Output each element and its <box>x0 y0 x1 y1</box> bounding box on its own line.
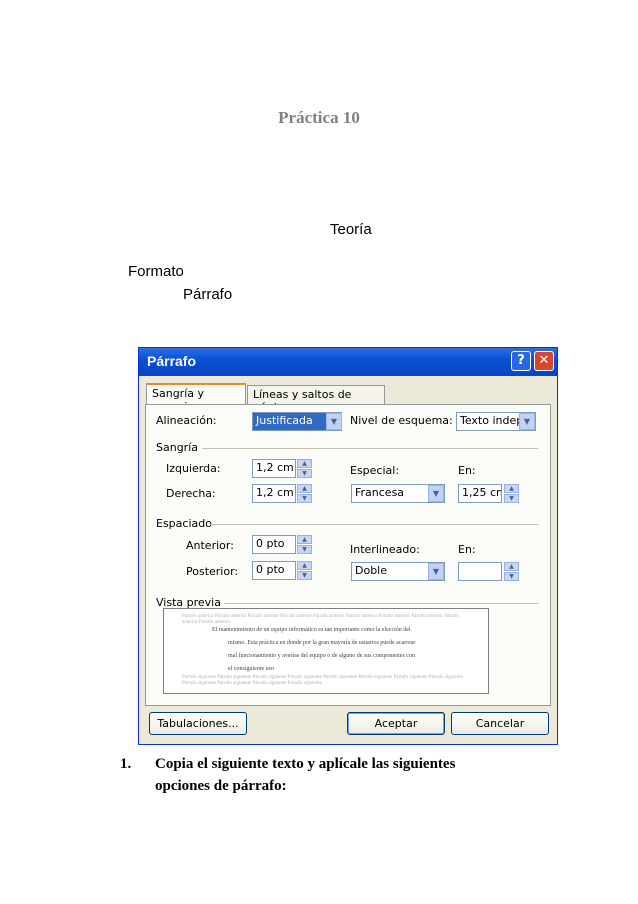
special-by-label: En: <box>458 464 476 477</box>
tabs-button[interactable]: Tabulaciones... <box>149 712 247 735</box>
spin-down-icon[interactable]: ▼ <box>297 545 312 554</box>
spin-up-icon[interactable]: ▲ <box>504 562 519 571</box>
spin-up-icon[interactable]: ▲ <box>297 561 312 570</box>
spin-down-icon[interactable]: ▼ <box>297 571 312 580</box>
instruction-line-1: Copia el siguiente texto y aplícale las … <box>155 756 456 772</box>
preview-line: El mantenimiento de un equipo informátic… <box>212 627 411 633</box>
spacing-group-label: Espaciado <box>156 517 212 530</box>
preview-line: mismo. Esta práctica en donde por la gra… <box>228 640 416 646</box>
right-indent-stepper[interactable]: ▲ ▼ <box>297 484 312 503</box>
preview-line: el consiguiente uso <box>228 666 274 672</box>
cancel-button[interactable]: Cancelar <box>451 712 549 735</box>
left-indent-stepper[interactable]: ▲ ▼ <box>297 459 312 478</box>
preview-next-paragraph: Párrafo siguiente Párrafo siguiente Párr… <box>182 675 463 686</box>
indent-group-label: Sangría <box>156 441 198 454</box>
line-spacing-at-input[interactable] <box>458 562 502 581</box>
right-indent-label: Derecha: <box>166 487 216 500</box>
instruction-line-2: opciones de párrafo: <box>155 778 287 794</box>
spin-up-icon[interactable]: ▲ <box>504 484 519 493</box>
left-indent-input[interactable]: 1,2 cm <box>252 459 296 478</box>
alignment-label: Alineación: <box>156 414 217 427</box>
section-title: Teoría <box>330 221 372 238</box>
preview-box: Párrafo anterior Párrafo anterior Párraf… <box>163 608 489 694</box>
line-spacing-at-stepper[interactable]: ▲ ▼ <box>504 562 519 581</box>
spin-up-icon[interactable]: ▲ <box>297 484 312 493</box>
after-stepper[interactable]: ▲ ▼ <box>297 561 312 580</box>
document-title: Práctica 10 <box>278 108 360 127</box>
before-stepper[interactable]: ▲ ▼ <box>297 535 312 554</box>
before-label: Anterior: <box>186 539 234 552</box>
help-button[interactable]: ? <box>511 351 531 371</box>
special-dropdown-icon[interactable]: ▼ <box>428 485 444 502</box>
special-label: Especial: <box>350 464 400 477</box>
spacing-divider <box>210 524 538 525</box>
before-input[interactable]: 0 pto <box>252 535 296 554</box>
line-spacing-label: Interlineado: <box>350 543 420 556</box>
after-input[interactable]: 0 pto <box>252 561 296 580</box>
spin-down-icon[interactable]: ▼ <box>504 494 519 503</box>
dialog-titlebar: Párrafo ? ✕ <box>139 348 557 376</box>
tab-lines-breaks[interactable]: Líneas y saltos de página <box>247 385 385 414</box>
paragraph-dialog: Párrafo ? ✕ Sangría y espacio Líneas y s… <box>138 347 558 745</box>
spin-down-icon[interactable]: ▼ <box>297 494 312 503</box>
tab-indent-spacing[interactable]: Sangría y espacio <box>146 383 246 413</box>
left-indent-label: Izquierda: <box>166 462 221 475</box>
dialog-title: Párrafo <box>147 353 197 369</box>
line-spacing-at-label: En: <box>458 543 476 556</box>
indent-divider <box>202 448 538 449</box>
preview-line: mal funcionamiento y averías del equipo … <box>228 653 415 659</box>
spin-up-icon[interactable]: ▲ <box>297 459 312 468</box>
special-by-stepper[interactable]: ▲ ▼ <box>504 484 519 503</box>
preview-previous-paragraph: Párrafo anterior Párrafo anterior Párraf… <box>182 614 459 625</box>
right-indent-input[interactable]: 1,2 cm <box>252 484 296 503</box>
spin-up-icon[interactable]: ▲ <box>297 535 312 544</box>
alignment-dropdown-icon[interactable]: ▼ <box>326 413 342 430</box>
menu-path-format: Formato <box>128 263 184 280</box>
special-by-input[interactable]: 1,25 cm <box>458 484 502 503</box>
ok-button[interactable]: Aceptar <box>347 712 445 735</box>
spin-down-icon[interactable]: ▼ <box>297 469 312 478</box>
outline-level-dropdown-icon[interactable]: ▼ <box>519 413 535 430</box>
outline-level-label: Nivel de esquema: <box>350 414 453 427</box>
menu-path-paragraph: Párrafo <box>183 286 233 303</box>
close-button[interactable]: ✕ <box>534 351 554 371</box>
after-label: Posterior: <box>186 565 239 578</box>
line-spacing-dropdown-icon[interactable]: ▼ <box>428 563 444 580</box>
instruction-number: 1. <box>120 756 132 772</box>
preview-divider <box>224 603 538 604</box>
spin-down-icon[interactable]: ▼ <box>504 572 519 581</box>
